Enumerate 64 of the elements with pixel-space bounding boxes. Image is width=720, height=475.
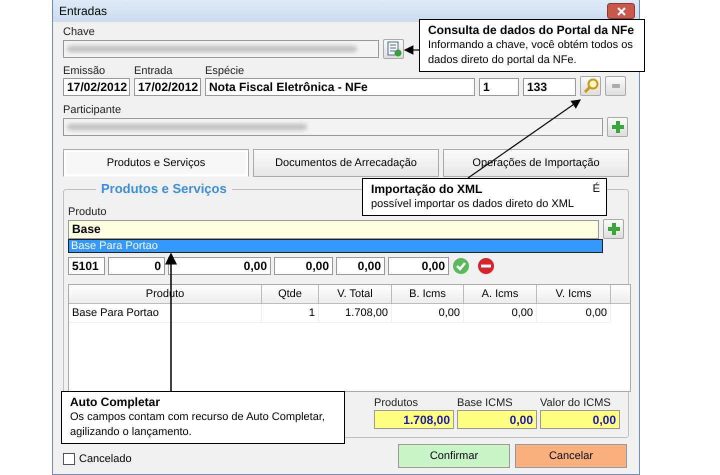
stop-icon[interactable] — [477, 257, 495, 275]
field-label: Chave — [63, 26, 95, 39]
check-icon[interactable] — [452, 257, 470, 275]
total-label: Produtos — [374, 397, 418, 410]
input-field[interactable] — [63, 118, 603, 136]
minus-icon — [612, 84, 620, 88]
clear-button[interactable] — [605, 76, 626, 96]
callout-title: Auto Completar — [70, 395, 160, 410]
product-field[interactable]: Base — [68, 220, 600, 238]
total-label: Valor do ICMS — [540, 397, 611, 410]
column-header[interactable]: V. Total — [319, 285, 392, 303]
checkbox-label: Cancelado — [79, 453, 132, 465]
field-label: Produto — [68, 206, 107, 219]
callout-title: Consulta de dados do Portal da NFe — [428, 23, 634, 38]
callout-title: Importação do XML — [371, 182, 482, 197]
search-button[interactable] — [580, 76, 601, 96]
input-field[interactable]: Nota Fiscal Eletrônica - NFe — [205, 78, 475, 96]
input-field[interactable]: 17/02/2012 — [63, 78, 130, 96]
document-button[interactable] — [383, 39, 404, 59]
input-field[interactable]: 0,00 — [388, 257, 449, 275]
group-title: Produtos e Serviços — [96, 181, 232, 196]
confirm-button[interactable]: Confirmar — [398, 444, 510, 468]
table-cell: 0,00 — [537, 304, 611, 323]
field-label: Participante — [63, 104, 122, 117]
table-cell: 1 — [262, 304, 319, 323]
close-button[interactable] — [607, 3, 635, 19]
input-field[interactable]: 0,00 — [168, 257, 271, 275]
tab[interactable]: Produtos e Serviços — [63, 149, 249, 177]
total-field: 1.708,00 — [374, 410, 454, 429]
table-cell: Base Para Portao — [69, 304, 262, 323]
tab[interactable]: Documentos de Arrecadação — [253, 149, 439, 177]
input-field[interactable]: 1 — [479, 78, 519, 96]
input-field[interactable]: 0 — [108, 257, 165, 275]
input-field[interactable]: 133 — [523, 78, 576, 96]
callout-text: possível importar os dados direto do XML — [371, 197, 575, 212]
total-field: 0,00 — [457, 410, 537, 429]
table-cell: 1.708,00 — [319, 304, 392, 323]
cancel-button[interactable]: Cancelar — [515, 444, 627, 468]
callout-text: Informando a chave, você obtém todos os dados direto do portal da NFe. — [428, 38, 634, 68]
checkbox[interactable] — [63, 453, 75, 465]
window-title: Entradas — [59, 4, 108, 18]
field-label: Entrada — [134, 65, 173, 78]
input-field[interactable] — [63, 40, 379, 58]
total-label: Base ICMS — [457, 397, 513, 410]
search-icon — [582, 77, 600, 95]
add-button[interactable] — [607, 117, 628, 137]
column-header[interactable]: V. Icms — [537, 285, 611, 303]
column-header[interactable]: B. Icms — [392, 285, 464, 303]
table-cell: 0,00 — [464, 304, 537, 323]
field-label: Emissão — [63, 65, 106, 78]
close-icon — [616, 6, 626, 16]
column-header[interactable]: A. Icms — [464, 285, 537, 303]
callout-text: Os campos contam com recurso de Auto Completar, agilizando o lançamento. — [70, 410, 326, 440]
input-field[interactable]: 17/02/2012 — [134, 78, 201, 96]
document-icon — [384, 40, 402, 58]
column-header[interactable]: Qtde — [262, 285, 319, 303]
total-field: 0,00 — [540, 410, 620, 429]
input-field[interactable]: 0,00 — [336, 257, 385, 275]
field-label: Espécie — [205, 65, 244, 78]
callout-text: É — [592, 182, 600, 197]
input-field[interactable]: 5101 — [68, 257, 105, 275]
input-field[interactable]: 0,00 — [274, 257, 333, 275]
add-button[interactable] — [603, 219, 624, 239]
table-cell: 0,00 — [392, 304, 464, 323]
